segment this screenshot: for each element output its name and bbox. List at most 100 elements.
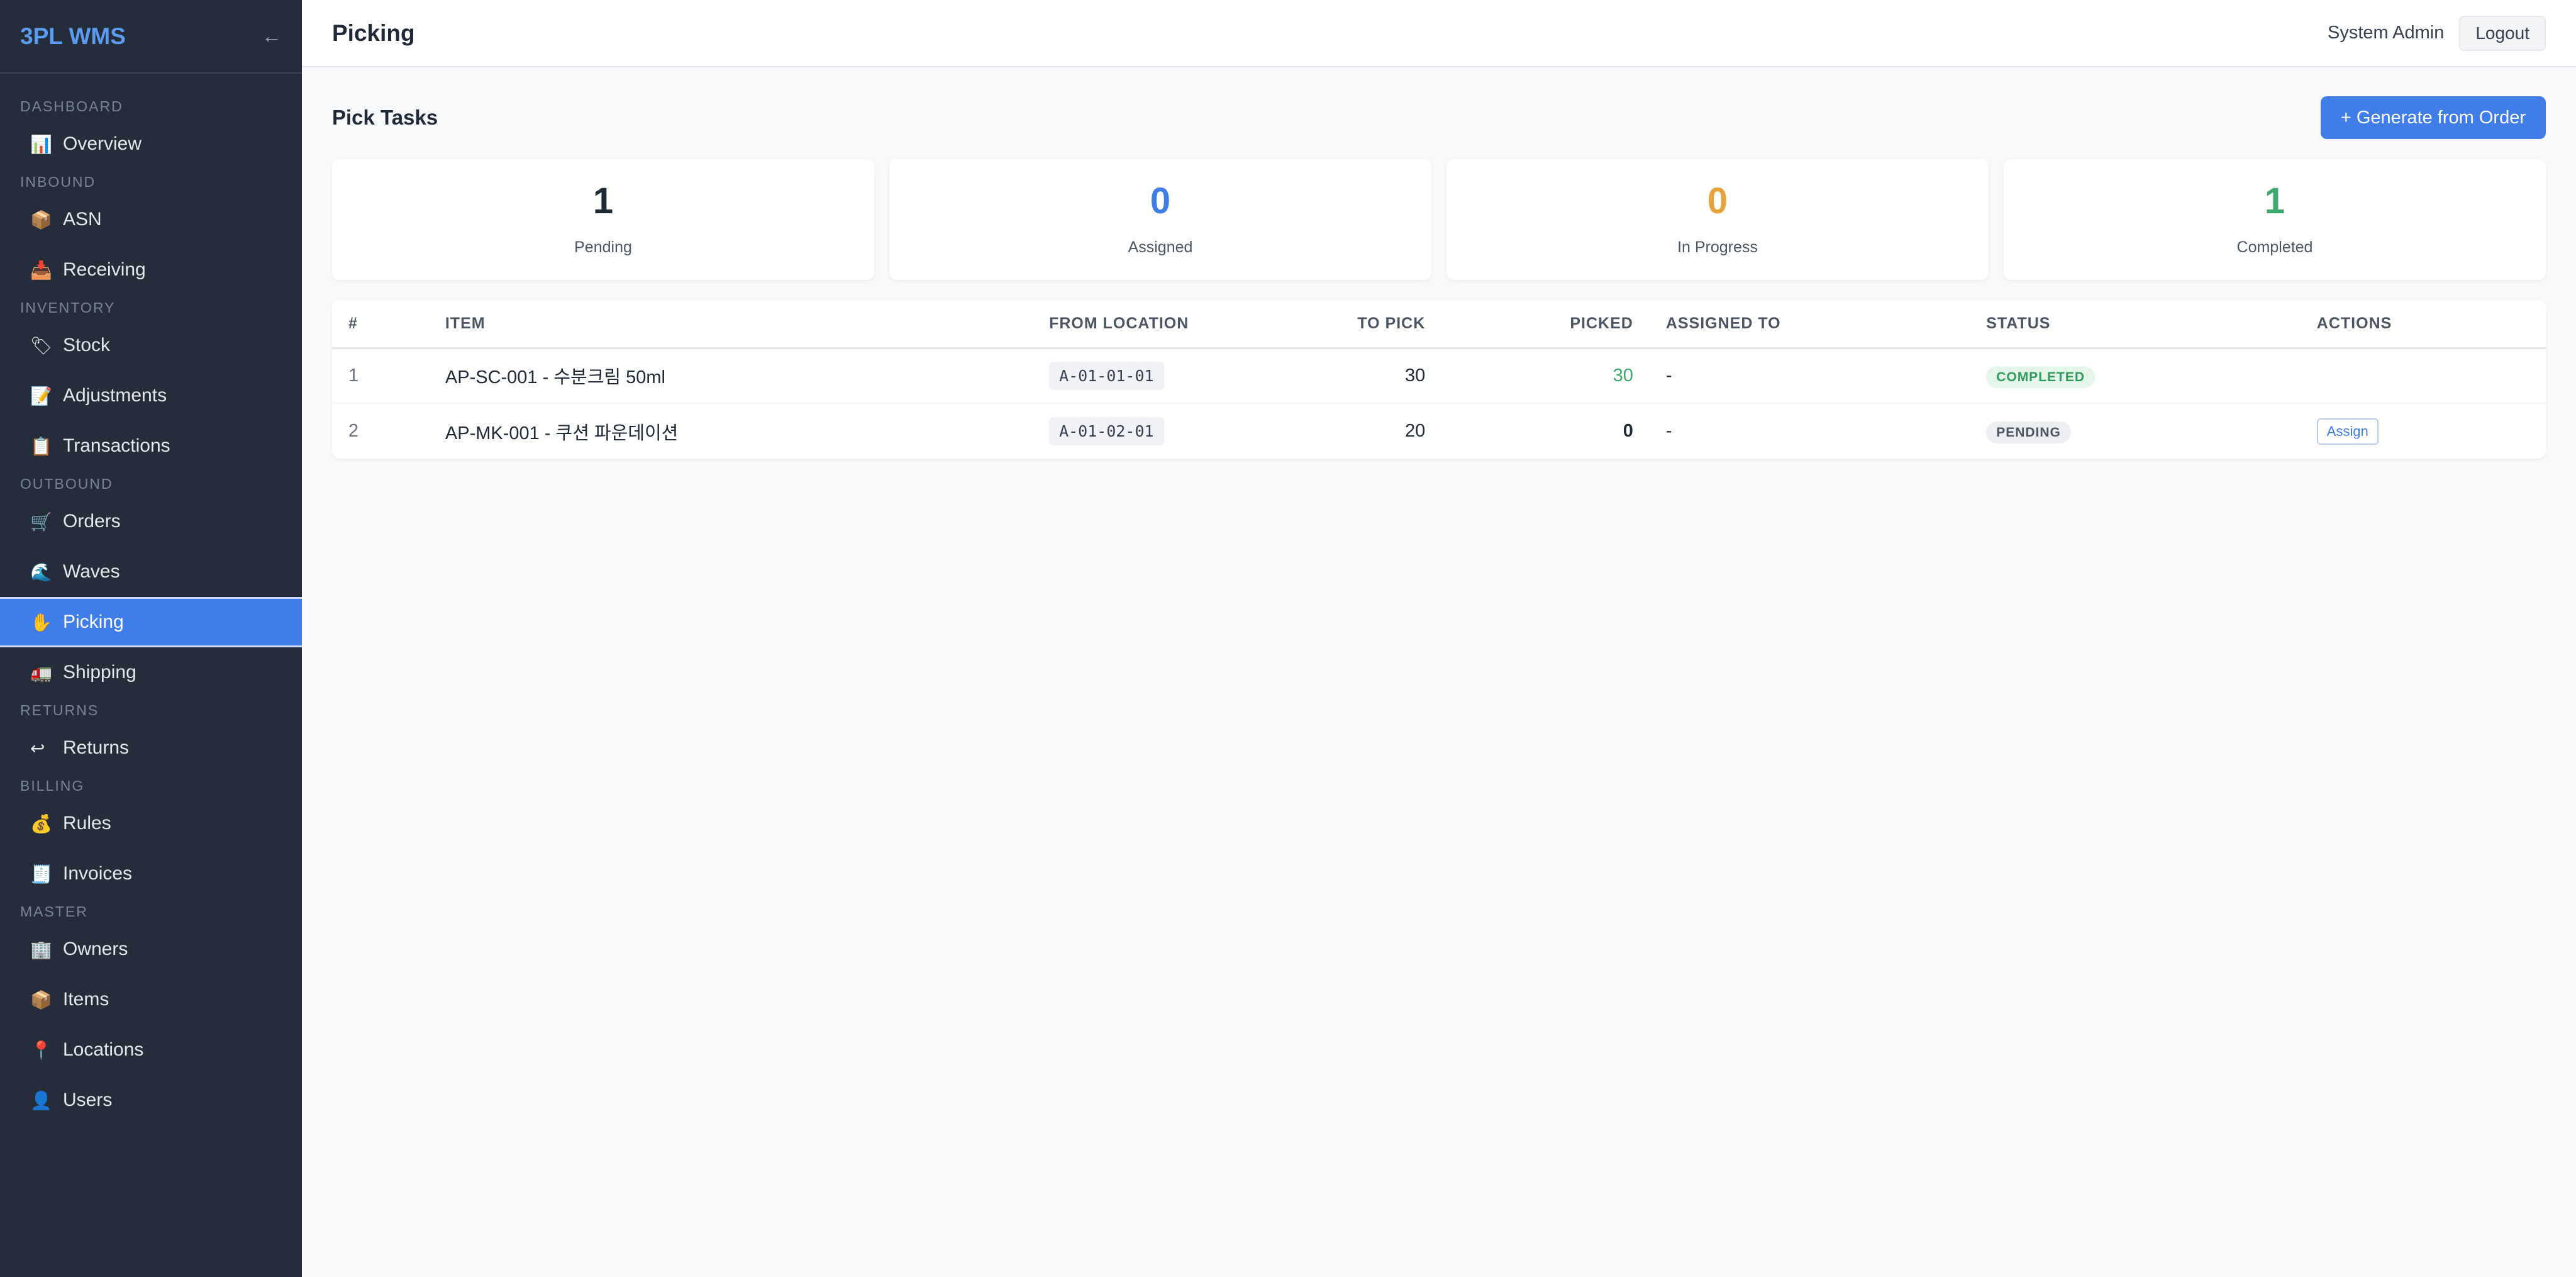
row-location-cell: A-01-02-01 xyxy=(1033,403,1340,459)
col-header-assigned-to: ASSIGNED TO xyxy=(1649,300,1970,349)
sidebar-item-label: ASN xyxy=(63,209,102,230)
generate-from-order-button[interactable]: + Generate from Order xyxy=(2320,96,2546,139)
stats-row: 1 Pending 0 Assigned 0 In Progress 1 Completed xyxy=(332,159,2546,280)
page-title: Picking xyxy=(332,20,415,46)
sidebar-item-label: Adjustments xyxy=(63,385,167,406)
sidebar-item-picking[interactable]: ✋ Picking xyxy=(0,597,302,647)
row-picked: 0 xyxy=(1623,421,1633,441)
stat-label: In Progress xyxy=(1677,238,1758,256)
sidebar-item-label: Users xyxy=(63,1090,113,1110)
chart-icon: 📊 xyxy=(30,134,52,154)
sidebar-item-label: Locations xyxy=(63,1039,144,1060)
receipt-icon: 🧾 xyxy=(30,864,52,884)
user-icon: 👤 xyxy=(30,1090,52,1110)
section-header: Pick Tasks + Generate from Order xyxy=(332,96,2546,139)
sidebar-item-shipping[interactable]: 🚛 Shipping xyxy=(0,647,302,698)
nav-section-label: DASHBOARD xyxy=(20,98,123,114)
stat-card-assigned: 0 Assigned xyxy=(889,159,1431,280)
sidebar-item-items[interactable]: 📦 Items xyxy=(0,974,302,1025)
col-header-number: # xyxy=(332,300,429,349)
row-to-pick: 20 xyxy=(1405,421,1426,441)
row-status-cell: PENDING xyxy=(1970,403,2301,459)
sidebar-item-rules[interactable]: 💰 Rules xyxy=(0,798,302,849)
package-icon: 📦 xyxy=(30,209,52,230)
assign-button[interactable]: Assign xyxy=(2316,418,2379,445)
sidebar-item-label: Overview xyxy=(63,133,142,154)
col-header-from-location: FROM LOCATION xyxy=(1033,300,1340,349)
status-badge: PENDING xyxy=(1986,421,2071,443)
memo-icon: 📝 xyxy=(30,386,52,406)
sidebar-item-label: Returns xyxy=(63,737,130,758)
sidebar-item-receiving[interactable]: 📥 Receiving xyxy=(0,245,302,295)
package-icon: 📦 xyxy=(30,990,52,1010)
col-header-item: ITEM xyxy=(428,300,1033,349)
row-item: AP-MK-001 - 쿠션 파운데이션 xyxy=(445,423,679,443)
sidebar-item-label: Shipping xyxy=(63,662,136,683)
table-row[interactable]: 2 AP-MK-001 - 쿠션 파운데이션 A-01-02-01 20 0 -… xyxy=(332,403,2546,459)
stat-card-in-progress: 0 In Progress xyxy=(1446,159,1989,280)
sidebar-item-orders[interactable]: 🛒 Orders xyxy=(0,496,302,547)
sidebar-item-label: Owners xyxy=(63,939,128,959)
top-header: Picking System Admin Logout xyxy=(302,0,2576,67)
inbox-icon: 📥 xyxy=(30,260,52,280)
return-icon: ↩ xyxy=(30,738,45,758)
tag-icon: 🏷 xyxy=(30,335,53,355)
nav-section-label: MASTER xyxy=(20,903,88,920)
row-actions xyxy=(2300,348,2546,404)
clipboard-icon: 📋 xyxy=(30,436,52,456)
col-header-status: STATUS xyxy=(1970,300,2301,349)
sidebar-item-asn[interactable]: 📦 ASN xyxy=(0,194,302,245)
sidebar-item-label: Picking xyxy=(63,611,124,632)
sidebar-item-label: Waves xyxy=(63,561,120,582)
stat-card-completed: 1 Completed xyxy=(2004,159,2546,280)
logout-button[interactable]: Logout xyxy=(2459,15,2546,51)
nav-section-label: INVENTORY xyxy=(20,299,116,316)
table-row[interactable]: 1 AP-SC-001 - 수분크림 50ml A-01-01-01 30 30… xyxy=(332,348,2546,404)
row-number: 2 xyxy=(348,421,359,441)
row-number: 1 xyxy=(332,348,429,404)
sidebar-item-adjustments[interactable]: 📝 Adjustments xyxy=(0,371,302,421)
status-badge: COMPLETED xyxy=(1986,365,2096,388)
stat-value: 1 xyxy=(592,180,614,221)
cart-icon: 🛒 xyxy=(30,511,52,532)
nav-section-label: RETURNS xyxy=(20,702,99,718)
row-assigned-to: - xyxy=(1665,421,1672,441)
location-code: A-01-02-01 xyxy=(1049,417,1164,445)
sidebar: 3PL WMS ← DASHBOARD 📊 Overview INBOUND 📦 ASN 📥… xyxy=(0,0,302,1277)
sidebar-item-stock[interactable]: 🏷 Stock xyxy=(0,320,302,371)
current-user-name: System Admin xyxy=(2328,23,2445,43)
sidebar-item-invoices[interactable]: 🧾 Invoices xyxy=(0,849,302,899)
stat-value: 0 xyxy=(1150,180,1171,221)
truck-icon: 🚛 xyxy=(30,662,52,683)
collapse-sidebar-icon[interactable]: ← xyxy=(262,25,282,48)
stat-label: Assigned xyxy=(1128,238,1193,256)
sidebar-item-waves[interactable]: 🌊 Waves xyxy=(0,547,302,597)
sidebar-item-owners[interactable]: 🏢 Owners xyxy=(0,924,302,974)
col-header-actions: ACTIONS xyxy=(2300,300,2546,349)
sidebar-item-transactions[interactable]: 📋 Transactions xyxy=(0,421,302,471)
stat-label: Pending xyxy=(574,238,632,256)
stat-value: 0 xyxy=(1707,180,1728,221)
nav-section-label: BILLING xyxy=(20,778,85,794)
sidebar-item-overview[interactable]: 📊 Overview xyxy=(0,119,302,169)
sidebar-item-locations[interactable]: 📍 Locations xyxy=(0,1025,302,1075)
sidebar-item-returns[interactable]: ↩ Returns xyxy=(0,723,302,773)
brand-title[interactable]: 3PL WMS xyxy=(20,23,126,50)
sidebar-item-users[interactable]: 👤 Users xyxy=(0,1075,302,1125)
main-content: Pick Tasks + Generate from Order 1 Pendin… xyxy=(332,67,2546,459)
row-status-cell: COMPLETED xyxy=(1970,348,2301,404)
sidebar-item-label: Receiving xyxy=(63,259,146,280)
sidebar-item-label: Stock xyxy=(63,335,111,355)
building-icon: 🏢 xyxy=(30,939,52,959)
brand-bar: 3PL WMS ← xyxy=(0,0,302,74)
money-bag-icon: 💰 xyxy=(30,813,52,834)
row-location-cell: A-01-01-01 xyxy=(1033,348,1340,404)
col-header-picked: PICKED xyxy=(1441,300,1650,349)
row-actions: Assign xyxy=(2301,403,2546,459)
row-picked: 30 xyxy=(1441,348,1650,404)
nav-section-label: OUTBOUND xyxy=(20,476,113,492)
stat-label: Completed xyxy=(2236,238,2313,256)
pin-icon: 📍 xyxy=(30,1040,52,1060)
sidebar-item-label: Orders xyxy=(63,511,121,532)
stat-card-pending: 1 Pending xyxy=(332,159,874,280)
